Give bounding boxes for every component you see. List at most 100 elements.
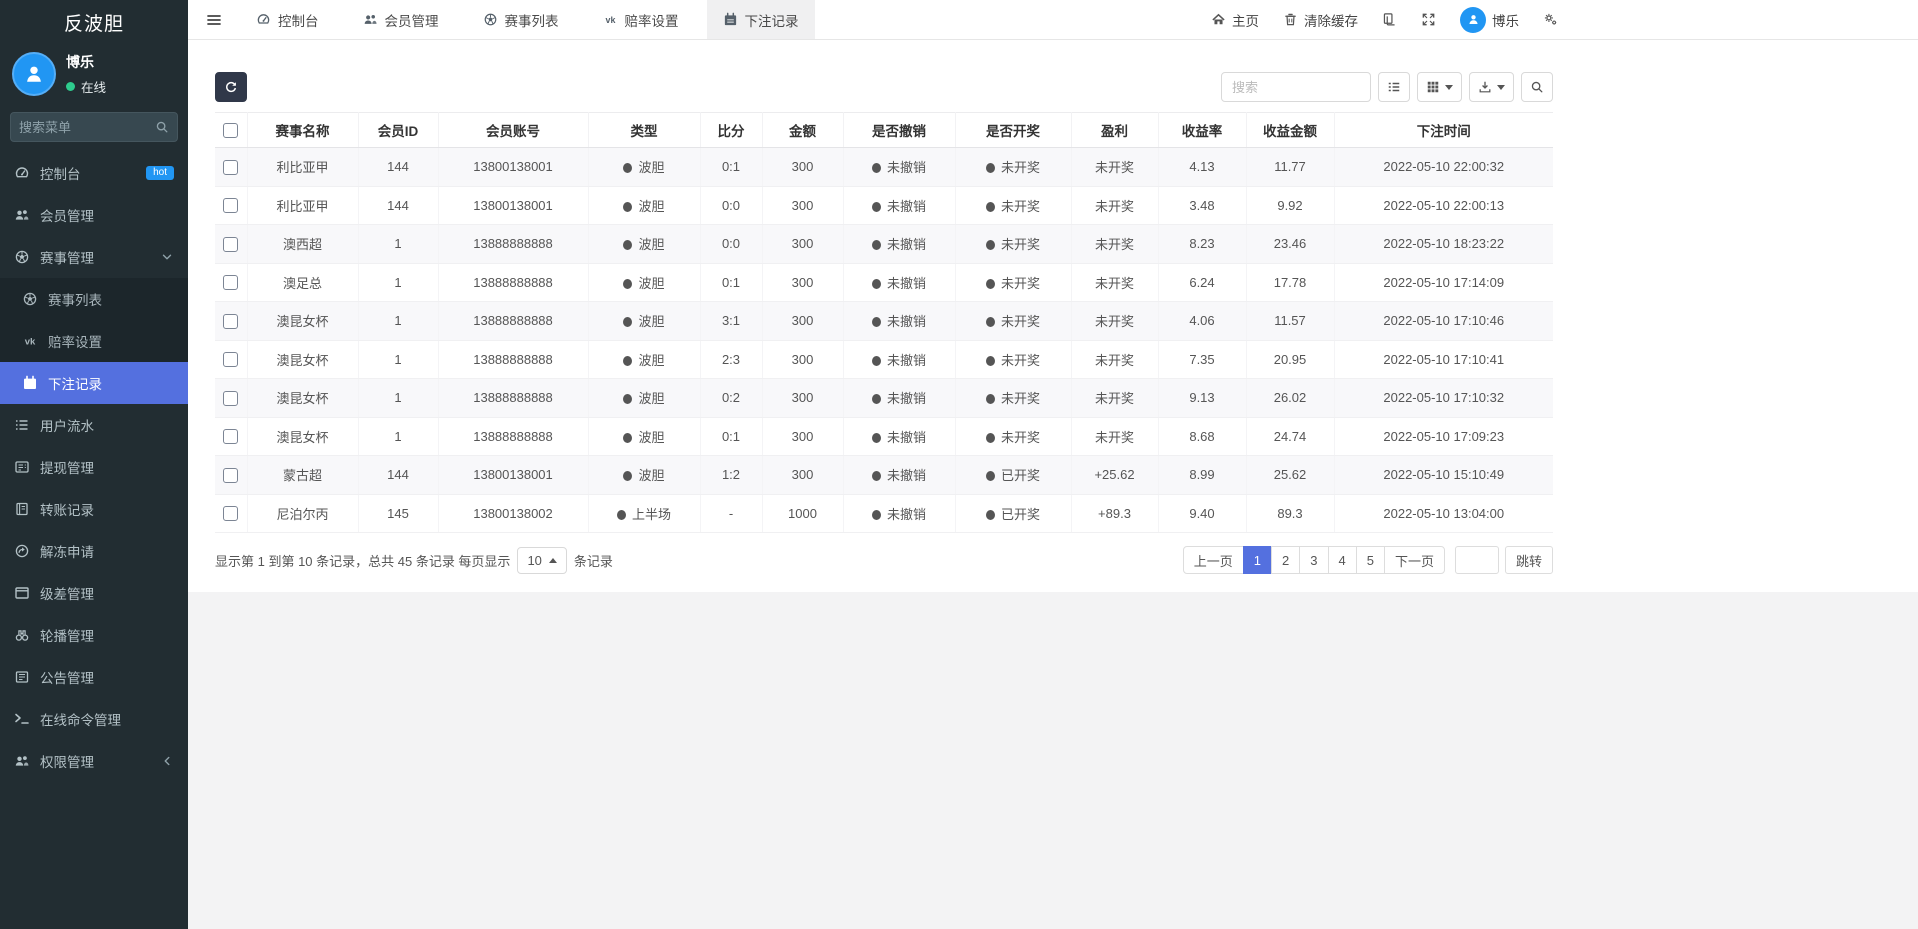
cell-income: 11.77 bbox=[1246, 148, 1334, 187]
cell-revoked: 未撤销 bbox=[843, 456, 955, 495]
caret-up-icon bbox=[549, 558, 557, 563]
topbar-tabs: 控制台 会员管理赛事列表 vk赔率设置下注记录 bbox=[234, 0, 821, 39]
sidebar-item-赛事列表[interactable]: 赛事列表 bbox=[0, 278, 188, 320]
row-checkbox[interactable] bbox=[223, 198, 238, 213]
cell-score: 0:1 bbox=[700, 263, 762, 302]
page-button-4[interactable]: 4 bbox=[1328, 546, 1357, 574]
cell-member_id: 145 bbox=[358, 494, 438, 533]
jump-page-input[interactable] bbox=[1455, 546, 1499, 574]
sidebar-item-会员管理[interactable]: 会员管理 bbox=[0, 194, 188, 236]
sidebar-item-提现管理[interactable]: 提现管理 bbox=[0, 446, 188, 488]
column-header: 收益率 bbox=[1158, 113, 1246, 148]
status-dot-icon bbox=[617, 510, 626, 520]
cell-profit: 未开奖 bbox=[1071, 302, 1158, 341]
cell-score: 0:2 bbox=[700, 379, 762, 418]
row-checkbox[interactable] bbox=[223, 468, 238, 483]
fullscreen-button[interactable] bbox=[1421, 12, 1436, 27]
cell-match: 利比亚甲 bbox=[247, 148, 358, 187]
sidebar-item-公告管理[interactable]: 公告管理 bbox=[0, 656, 188, 698]
status-dot-icon bbox=[986, 317, 995, 327]
clear-cache-button[interactable]: 清除缓存 bbox=[1283, 10, 1358, 30]
cell-account: 13888888888 bbox=[438, 417, 588, 456]
sidebar-item-权限管理[interactable]: 权限管理 bbox=[0, 740, 188, 782]
cell-account: 13888888888 bbox=[438, 379, 588, 418]
tab-赛事列表[interactable]: 赛事列表 bbox=[467, 0, 575, 39]
row-checkbox[interactable] bbox=[223, 391, 238, 406]
page-button-5[interactable]: 5 bbox=[1356, 546, 1385, 574]
sidebar-search-input[interactable] bbox=[19, 120, 155, 135]
cell-revoked: 未撤销 bbox=[843, 148, 955, 187]
status-dot-icon bbox=[872, 433, 881, 443]
cell-revoked: 未撤销 bbox=[843, 263, 955, 302]
column-header: 类型 bbox=[588, 113, 700, 148]
tab-赔率设置[interactable]: vk赔率设置 bbox=[587, 0, 695, 39]
sidebar-item-轮播管理[interactable]: 轮播管理 bbox=[0, 614, 188, 656]
cell-profit: +25.62 bbox=[1071, 456, 1158, 495]
cell-income: 24.74 bbox=[1246, 417, 1334, 456]
select-all-checkbox[interactable] bbox=[223, 123, 238, 138]
row-checkbox[interactable] bbox=[223, 160, 238, 175]
svg-text:vk: vk bbox=[25, 337, 36, 348]
refresh-button[interactable] bbox=[215, 72, 247, 102]
refresh-icon bbox=[224, 80, 238, 94]
column-header: 下注时间 bbox=[1334, 113, 1553, 148]
sidebar-item-在线命令管理[interactable]: 在线命令管理 bbox=[0, 698, 188, 740]
list-icon bbox=[14, 417, 30, 433]
copy-page-button[interactable] bbox=[1382, 12, 1397, 27]
records-table: 赛事名称会员ID会员账号类型比分金额是否撤销是否开奖盈利收益率收益金额下注时间 … bbox=[215, 112, 1553, 533]
row-checkbox[interactable] bbox=[223, 429, 238, 444]
cell-income: 9.92 bbox=[1246, 186, 1334, 225]
chevron-left-icon[interactable] bbox=[160, 754, 174, 768]
search-icon[interactable] bbox=[155, 120, 169, 134]
sidebar-item-赔率设置[interactable]: vk赔率设置 bbox=[0, 320, 188, 362]
sidebar-item-下注记录[interactable]: 下注记录 bbox=[0, 362, 188, 404]
settings-button[interactable] bbox=[1543, 12, 1558, 27]
tab-label: 控制台 bbox=[278, 10, 319, 30]
status-dot-icon bbox=[986, 433, 995, 443]
page-button-3[interactable]: 3 bbox=[1299, 546, 1328, 574]
table-search-input[interactable] bbox=[1221, 72, 1371, 102]
toggle-view-button[interactable] bbox=[1378, 72, 1410, 102]
cell-income: 25.62 bbox=[1246, 456, 1334, 495]
page-button-1[interactable]: 1 bbox=[1243, 546, 1272, 574]
cell-match: 澳昆女杯 bbox=[247, 302, 358, 341]
cell-score: 2:3 bbox=[700, 340, 762, 379]
cell-score: 0:0 bbox=[700, 225, 762, 264]
export-button[interactable] bbox=[1469, 72, 1514, 102]
sidebar-item-级差管理[interactable]: 级差管理 bbox=[0, 572, 188, 614]
sidebar-item-label: 下注记录 bbox=[48, 373, 174, 393]
user-menu[interactable]: 博乐 bbox=[1460, 7, 1519, 33]
next-page-button[interactable]: 下一页 bbox=[1384, 546, 1445, 574]
cell-drawn: 未开奖 bbox=[955, 302, 1071, 341]
jump-button[interactable]: 跳转 bbox=[1505, 546, 1553, 574]
sidebar-item-赛事管理[interactable]: 赛事管理 bbox=[0, 236, 188, 278]
export-icon bbox=[1478, 80, 1492, 94]
search-toggle-button[interactable] bbox=[1521, 72, 1553, 102]
cell-member_id: 1 bbox=[358, 379, 438, 418]
row-checkbox[interactable] bbox=[223, 275, 238, 290]
sidebar-item-用户流水[interactable]: 用户流水 bbox=[0, 404, 188, 446]
sidebar-item-label: 会员管理 bbox=[40, 205, 174, 225]
prev-page-button[interactable]: 上一页 bbox=[1183, 546, 1244, 574]
columns-button[interactable] bbox=[1417, 72, 1462, 102]
tab-下注记录[interactable]: 下注记录 bbox=[707, 0, 815, 39]
status-dot-icon bbox=[872, 510, 881, 520]
row-checkbox[interactable] bbox=[223, 237, 238, 252]
menu-toggle-button[interactable] bbox=[194, 0, 234, 39]
app-logo: 反波胆 bbox=[0, 0, 188, 44]
row-checkbox[interactable] bbox=[223, 352, 238, 367]
page-button-2[interactable]: 2 bbox=[1271, 546, 1300, 574]
cell-income: 89.3 bbox=[1246, 494, 1334, 533]
home-button[interactable]: 主页 bbox=[1211, 10, 1259, 30]
cell-drawn: 未开奖 bbox=[955, 148, 1071, 187]
row-checkbox[interactable] bbox=[223, 506, 238, 521]
tab-控制台[interactable]: 控制台 bbox=[240, 0, 335, 39]
expand-icon bbox=[1421, 12, 1436, 27]
sidebar-item-解冻申请[interactable]: 解冻申请 bbox=[0, 530, 188, 572]
row-checkbox[interactable] bbox=[223, 314, 238, 329]
page-size-dropdown[interactable]: 10 bbox=[517, 547, 566, 574]
sidebar-item-控制台[interactable]: 控制台hot bbox=[0, 152, 188, 194]
cell-rate: 8.99 bbox=[1158, 456, 1246, 495]
tab-会员管理[interactable]: 会员管理 bbox=[347, 0, 455, 39]
sidebar-item-转账记录[interactable]: 转账记录 bbox=[0, 488, 188, 530]
